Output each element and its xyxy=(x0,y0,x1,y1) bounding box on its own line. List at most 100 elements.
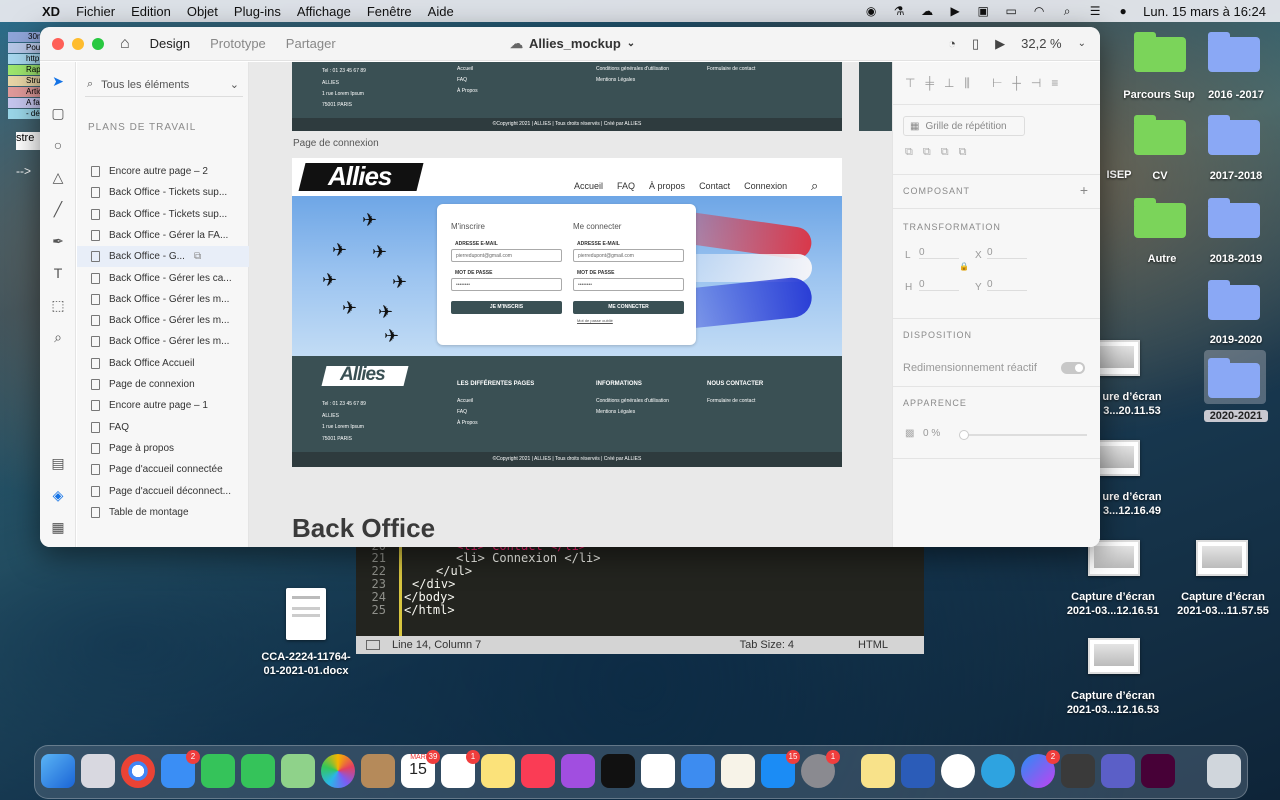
zoom-app-icon[interactable] xyxy=(941,754,975,788)
width-input[interactable]: 0 xyxy=(919,247,959,259)
maps-icon[interactable] xyxy=(281,754,315,788)
flask-icon[interactable]: ⚗ xyxy=(891,4,907,18)
folder-icon[interactable] xyxy=(1208,358,1260,398)
assets-icon[interactable]: ▤ xyxy=(48,453,68,473)
zoom-tool-icon[interactable]: ⌕ xyxy=(48,327,68,347)
calendar-icon[interactable]: MAR 15 39 xyxy=(401,750,440,788)
polygon-tool-icon[interactable]: △ xyxy=(48,167,68,187)
home-icon[interactable]: ⌂ xyxy=(120,35,130,53)
system-preferences-icon[interactable]: 1 xyxy=(801,750,840,788)
folder-icon[interactable] xyxy=(1208,115,1260,155)
menu-edition[interactable]: Edition xyxy=(123,4,179,19)
stickies-icon[interactable] xyxy=(861,754,895,788)
messages-icon[interactable] xyxy=(241,754,275,788)
search-input[interactable]: Tous les éléments xyxy=(101,79,222,91)
facetime-icon[interactable] xyxy=(201,754,235,788)
notes-icon[interactable] xyxy=(481,754,515,788)
telegram-icon[interactable] xyxy=(981,754,1015,788)
search-icon[interactable]: ⌕ xyxy=(1059,4,1075,18)
distribute-vertical-icon[interactable]: ⫼ xyxy=(964,76,970,91)
y-input[interactable]: 0 xyxy=(987,279,1027,291)
menu-plugins[interactable]: Plug-ins xyxy=(226,4,289,19)
appletv-icon[interactable] xyxy=(601,754,635,788)
artboard-top-footer[interactable]: Tel : 01 23 45 67 89 ALLIES 1 rue Lorem … xyxy=(292,62,842,131)
layer-item[interactable]: Back Office - Gérer les ca... xyxy=(77,268,249,289)
sublime-text-icon[interactable] xyxy=(1061,754,1095,788)
tab-size[interactable]: Tab Size: 4 xyxy=(740,639,794,651)
plugins-icon[interactable]: ▦ xyxy=(48,517,68,537)
menu-fichier[interactable]: Fichier xyxy=(68,4,123,19)
folder-icon[interactable] xyxy=(1134,198,1186,238)
menu-fenetre[interactable]: Fenêtre xyxy=(359,4,420,19)
rectangle-tool-icon[interactable]: ▢ xyxy=(48,103,68,123)
layer-item[interactable]: Encore autre page – 2 xyxy=(77,161,249,182)
syntax-mode[interactable]: HTML xyxy=(858,639,888,651)
align-right-icon[interactable]: ⊣ xyxy=(1031,76,1041,91)
folder-icon[interactable] xyxy=(1134,115,1186,155)
screenshot-thumb[interactable] xyxy=(1088,638,1140,674)
play-circle-icon[interactable]: ▶ xyxy=(947,4,963,18)
artboard-title[interactable]: Page de connexion xyxy=(293,138,379,149)
height-input[interactable]: 0 xyxy=(919,279,959,291)
line-tool-icon[interactable]: ╱ xyxy=(48,199,68,219)
play-icon[interactable]: ▶ xyxy=(995,36,1005,52)
ellipse-tool-icon[interactable]: ○ xyxy=(48,135,68,155)
folder-icon[interactable] xyxy=(1208,32,1260,72)
zoom-chevron-icon[interactable]: ⌄ xyxy=(1078,38,1086,49)
launchpad-icon[interactable] xyxy=(81,754,115,788)
align-left-icon[interactable]: ⊢ xyxy=(992,76,1002,91)
teams-icon[interactable] xyxy=(1101,754,1135,788)
layer-item[interactable]: Page d'accueil déconnect... xyxy=(77,481,249,502)
chrome-icon[interactable] xyxy=(121,754,155,788)
folder-icon[interactable] xyxy=(1208,280,1260,320)
layer-item[interactable]: FAQ xyxy=(77,417,249,438)
exclude-icon[interactable]: ⧉ xyxy=(959,146,967,159)
pen-tool-icon[interactable]: ✒ xyxy=(48,231,68,251)
layers-search[interactable]: ⌕ Tous les éléments ⌄ xyxy=(85,73,243,97)
repeat-grid-button[interactable]: ▦ Grille de répétition xyxy=(903,116,1025,136)
x-input[interactable]: 0 xyxy=(987,247,1027,259)
podcasts-icon[interactable] xyxy=(561,754,595,788)
layer-item[interactable]: Page à propos xyxy=(77,438,249,459)
subtract-icon[interactable]: ⧉ xyxy=(923,146,931,159)
align-top-icon[interactable]: ⊤ xyxy=(905,76,915,91)
zoom-level[interactable]: 32,2 % xyxy=(1021,36,1061,51)
reminders-icon[interactable]: 1 xyxy=(441,750,480,788)
numbers-icon[interactable] xyxy=(641,754,675,788)
status-app-icon[interactable]: ◉ xyxy=(863,4,879,18)
menu-objet[interactable]: Objet xyxy=(179,4,226,19)
add-component-icon[interactable]: + xyxy=(1080,182,1088,198)
trash-icon[interactable] xyxy=(1207,754,1241,788)
opacity-slider[interactable] xyxy=(959,430,1087,440)
layer-item[interactable]: Encore autre page – 1 xyxy=(77,395,249,416)
appstore-icon[interactable]: 15 xyxy=(761,750,800,788)
open-link-icon[interactable]: ⧉ xyxy=(194,251,201,262)
panel-toggle-icon[interactable] xyxy=(366,640,380,650)
creative-cloud-icon[interactable]: ☁ xyxy=(919,4,935,18)
union-icon[interactable]: ⧉ xyxy=(905,146,913,159)
word-icon[interactable] xyxy=(901,754,935,788)
align-middle-icon[interactable]: ╪ xyxy=(925,76,934,91)
text-tool-icon[interactable]: T xyxy=(48,263,68,283)
layer-item[interactable]: Page d'accueil connectée xyxy=(77,459,249,480)
layer-item[interactable]: Back Office Accueil xyxy=(77,353,249,374)
layer-item[interactable]: Back Office - Tickets sup... xyxy=(77,204,249,225)
adobe-xd-icon[interactable] xyxy=(1141,754,1175,788)
tab-share[interactable]: Partager xyxy=(276,36,346,51)
tab-prototype[interactable]: Prototype xyxy=(200,36,276,51)
mobile-preview-icon[interactable]: ▯ xyxy=(972,36,979,52)
align-center-icon[interactable]: ┼ xyxy=(1012,76,1021,91)
select-tool-icon[interactable]: ➤ xyxy=(48,71,68,91)
distribute-horizontal-icon[interactable]: ≡ xyxy=(1051,76,1058,91)
code-editor-window[interactable]: 20<li> Contact </li> 21<li> Connexion </… xyxy=(356,540,924,654)
document-title[interactable]: ☁ Allies_mockup ⌄ xyxy=(510,36,635,52)
align-bottom-icon[interactable]: ⊥ xyxy=(944,76,954,91)
isep-label[interactable]: ISEP xyxy=(1104,169,1134,181)
back-office-heading[interactable]: Back Office xyxy=(292,513,435,544)
layer-item[interactable]: Back Office - Gérer les m... xyxy=(77,310,249,331)
photos-icon[interactable] xyxy=(321,754,355,788)
screenshot-thumb[interactable] xyxy=(1196,540,1248,576)
tab-design[interactable]: Design xyxy=(140,36,200,51)
minimize-button[interactable] xyxy=(72,37,84,50)
layer-item[interactable]: Page de connexion xyxy=(77,374,249,395)
